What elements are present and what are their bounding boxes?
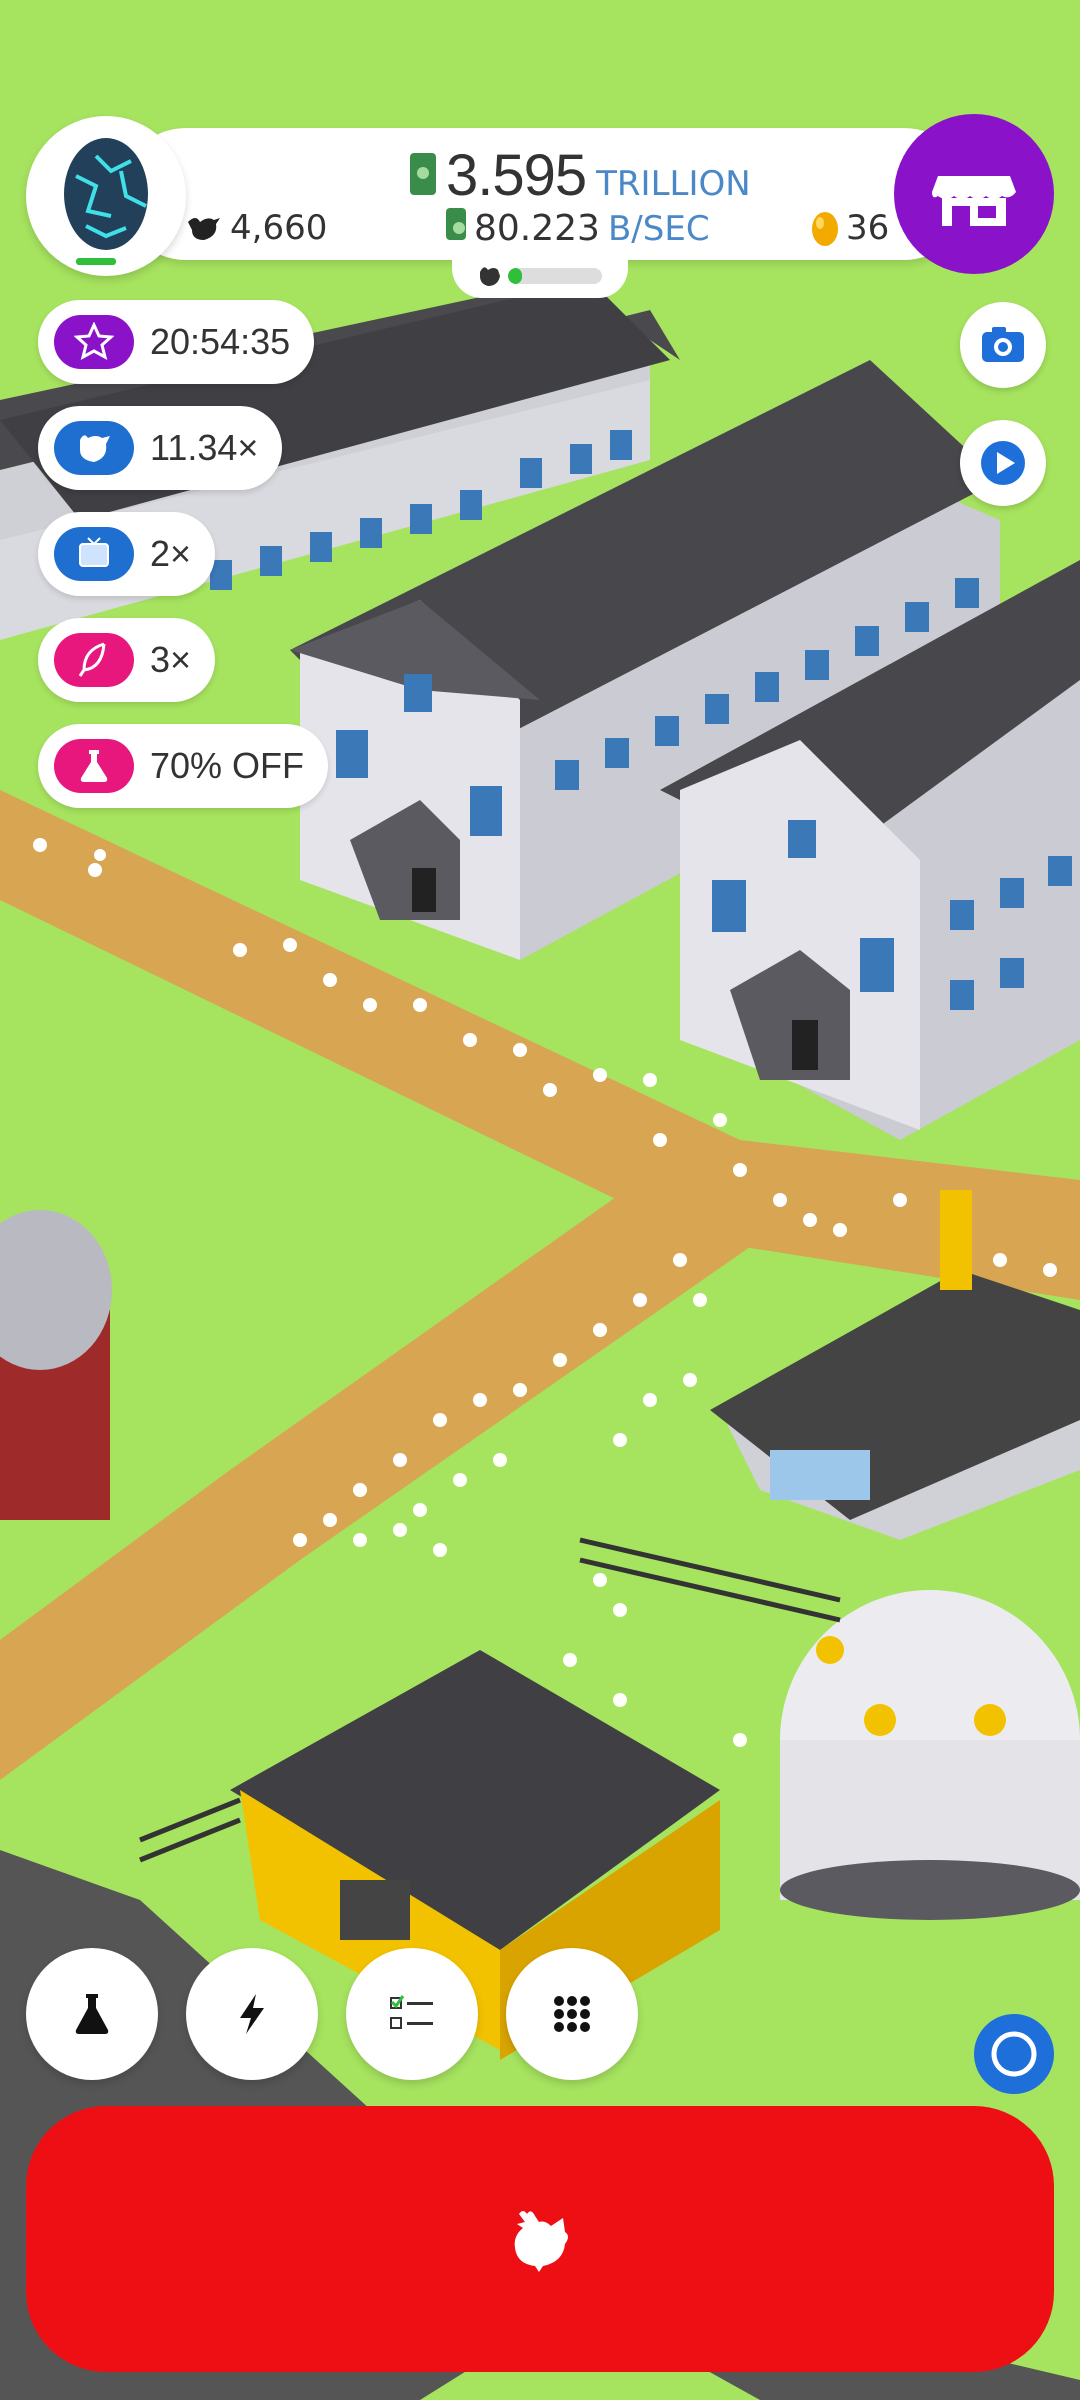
boost-pill[interactable]: 3× [38,618,216,702]
boost-pill[interactable]: 70% OFF [38,724,329,808]
camera-button[interactable] [960,302,1046,388]
lightning-icon [240,1994,264,2034]
menu-button[interactable] [506,1948,638,2080]
golden-egg-icon [812,212,838,246]
video-play-button[interactable] [960,420,1046,506]
boost-label: 11.34× [150,427,259,468]
feather-icon [54,633,134,687]
flask-icon [54,739,134,793]
money-unit: TRILLION [596,164,751,204]
money-value: 3.595 [446,143,587,208]
chicken-counter: 4,660 [186,208,327,248]
checklist-icon [390,1995,433,2029]
chicken-icon [188,218,220,240]
flask-icon [75,1994,109,2034]
hatch-chicken-button[interactable] [26,2106,1054,2372]
store-icon [932,176,1016,226]
money-total: 3.595 TRILLION [410,142,751,212]
boost-label: 2× [150,533,192,574]
boosts-button[interactable] [186,1948,318,2080]
lab-dome [780,1590,1080,1920]
silo [0,1210,112,1520]
money-rate: 80.223 B/SEC [446,208,710,249]
chicken-icon [54,421,134,475]
chicken-icon [514,2211,568,2272]
hatchery-progress-fill [508,268,523,284]
research-button[interactable] [26,1948,158,2080]
boost-pill[interactable]: 11.34× [38,406,283,490]
boost-label: 3× [150,639,192,680]
rate-unit: B/SEC [607,209,710,249]
assistive-touch-button[interactable] [974,2014,1054,2094]
golden-egg-value: 36 [846,208,890,248]
missions-button[interactable] [346,1948,478,2080]
hen-silhouette-icon [480,267,500,286]
star-icon [54,315,134,369]
egg-avatar[interactable] [26,116,186,276]
grid-icon [554,1996,590,2032]
boost-pill[interactable]: 20:54:35 [38,300,315,384]
ring-icon [991,2031,1037,2077]
tv-icon [54,527,134,581]
chicken-count-value: 4,660 [230,208,328,248]
play-icon [981,441,1025,485]
rate-value: 80.223 [474,208,600,249]
hatchery-progress-bar [508,268,602,284]
cash-icon [410,153,436,195]
boost-label: 70% OFF [150,745,305,786]
boost-label: 20:54:35 [150,321,291,362]
cash-icon [446,208,466,240]
shop-button[interactable] [894,114,1054,274]
egg-icon [64,138,148,265]
golden-egg-counter: 36 [810,208,889,248]
camera-icon [982,327,1024,362]
boost-pill[interactable]: 2× [38,512,216,596]
